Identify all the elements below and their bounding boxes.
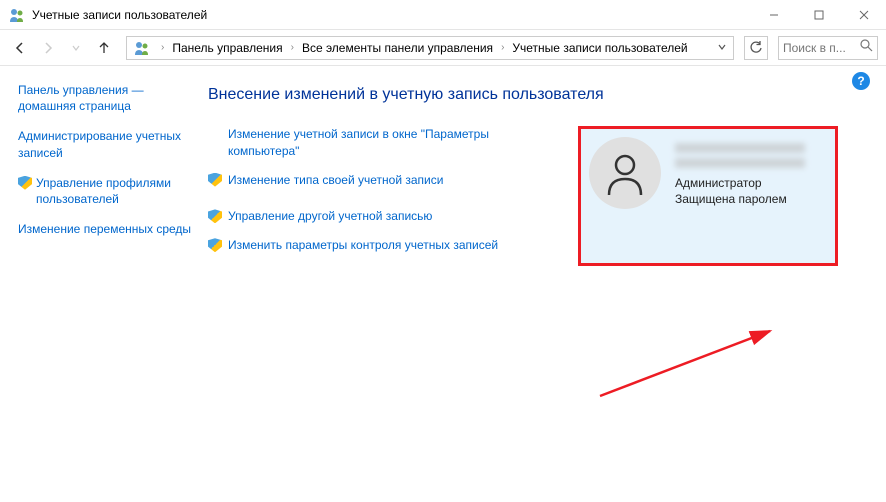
- window-title: Учетные записи пользователей: [32, 8, 751, 22]
- page-title: Внесение изменений в учетную запись поль…: [208, 86, 862, 104]
- sidebar-item-admin-accounts[interactable]: Администрирование учетных записей: [18, 128, 192, 160]
- action-change-account-type[interactable]: Изменение типа своей учетной записи: [208, 172, 538, 189]
- shield-icon: [208, 173, 222, 187]
- chevron-right-icon[interactable]: ›: [155, 42, 170, 53]
- breadcrumb-item[interactable]: Панель управления: [170, 41, 284, 55]
- sidebar: Панель управления — домашняя страница Ад…: [0, 66, 200, 502]
- shield-icon-placeholder: [208, 127, 222, 141]
- breadcrumb[interactable]: › Панель управления › Все элементы панел…: [126, 36, 734, 60]
- sidebar-item-home[interactable]: Панель управления — домашняя страница: [18, 82, 192, 114]
- search-box[interactable]: [778, 36, 878, 60]
- minimize-button[interactable]: [751, 0, 796, 29]
- titlebar: Учетные записи пользователей: [0, 0, 886, 30]
- up-button[interactable]: [92, 36, 116, 60]
- window-controls: [751, 0, 886, 29]
- avatar: [589, 137, 661, 209]
- forward-button[interactable]: [36, 36, 60, 60]
- action-change-account-settings[interactable]: Изменение учетной записи в окне "Парамет…: [208, 126, 538, 160]
- sidebar-item-manage-profiles[interactable]: Управление профилями пользователей: [18, 175, 192, 207]
- main-panel: Внесение изменений в учетную запись поль…: [200, 66, 886, 502]
- sidebar-item-env-vars[interactable]: Изменение переменных среды: [18, 221, 192, 237]
- shield-icon: [208, 209, 222, 223]
- actions-column: Изменение учетной записи в окне "Парамет…: [208, 126, 538, 266]
- back-button[interactable]: [8, 36, 32, 60]
- content: ? Панель управления — домашняя страница …: [0, 66, 886, 502]
- action-manage-other-account[interactable]: Управление другой учетной записью: [208, 208, 538, 225]
- breadcrumb-item[interactable]: Все элементы панели управления: [300, 41, 495, 55]
- annotation-arrow: [590, 326, 790, 406]
- action-label: Изменение типа своей учетной записи: [228, 172, 443, 189]
- navbar: › Панель управления › Все элементы панел…: [0, 30, 886, 66]
- account-status: Защищена паролем: [675, 191, 805, 207]
- action-label: Управление другой учетной записью: [228, 208, 432, 225]
- account-name-blurred: [675, 143, 805, 171]
- app-icon: [8, 6, 26, 24]
- breadcrumb-item[interactable]: Учетные записи пользователей: [510, 41, 689, 55]
- search-input[interactable]: [783, 41, 860, 55]
- account-info: Администратор Защищена паролем: [675, 137, 805, 207]
- account-card[interactable]: Администратор Защищена паролем: [578, 126, 838, 266]
- recent-dropdown[interactable]: [64, 36, 88, 60]
- address-dropdown[interactable]: [713, 41, 731, 55]
- refresh-button[interactable]: [744, 36, 768, 60]
- shield-icon: [208, 238, 222, 252]
- chevron-right-icon[interactable]: ›: [285, 42, 300, 53]
- search-icon[interactable]: [860, 39, 873, 57]
- maximize-button[interactable]: [796, 0, 841, 29]
- close-button[interactable]: [841, 0, 886, 29]
- action-label: Изменить параметры контроля учетных запи…: [228, 237, 498, 254]
- chevron-right-icon[interactable]: ›: [495, 42, 510, 53]
- account-role: Администратор: [675, 175, 805, 191]
- action-label: Изменение учетной записи в окне "Парамет…: [228, 126, 538, 160]
- action-change-uac[interactable]: Изменить параметры контроля учетных запи…: [208, 237, 538, 254]
- breadcrumb-icon: [133, 39, 151, 57]
